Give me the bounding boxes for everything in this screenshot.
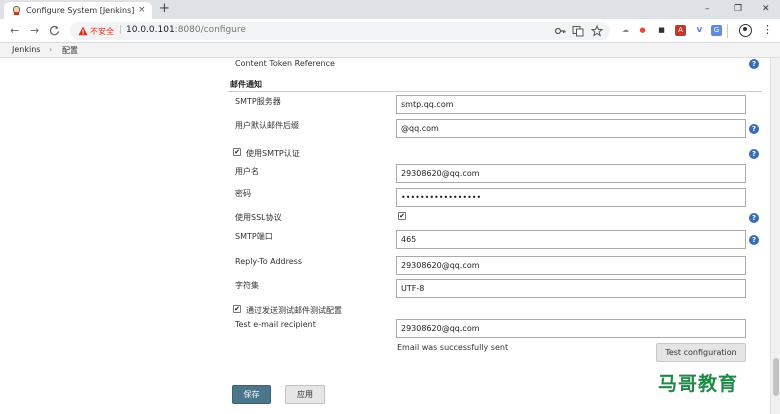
help-icon[interactable]: ?: [749, 235, 759, 245]
test-recipient-input[interactable]: [396, 319, 746, 338]
use-smtp-auth-checkbox[interactable]: ✔: [233, 148, 241, 156]
security-label[interactable]: 不安全: [90, 26, 114, 37]
tab-title: Configure System [Jenkins]: [26, 6, 135, 15]
section-divider: [228, 91, 762, 92]
browser-toolbar: ← → 不安全 | 10.0.0.101:8080/configure ☁ ● …: [0, 19, 780, 43]
url-host: 10.0.0.101: [126, 25, 175, 35]
reply-to-label: Reply-To Address: [235, 257, 302, 266]
smtp-server-input[interactable]: [396, 95, 746, 114]
breadcrumb-configure[interactable]: 配置: [62, 45, 78, 56]
test-by-sending-label: 通过发送测试邮件测试配置: [246, 306, 342, 315]
breadcrumb-separator: ›: [49, 45, 53, 54]
smtp-port-label: SMTP端口: [235, 232, 273, 241]
help-icon[interactable]: ?: [749, 213, 759, 223]
translate-extension-icon[interactable]: G: [711, 25, 722, 36]
scrollbar-thumb[interactable]: [773, 358, 779, 396]
charset-label: 字符集: [235, 281, 259, 290]
test-configuration-button[interactable]: Test configuration: [656, 343, 746, 362]
tab-strip: Configure System [Jenkins] × + – ❐ ✕: [0, 0, 780, 19]
content-token-reference-label: Content Token Reference: [235, 59, 335, 68]
test-recipient-label: Test e-mail recipient: [235, 320, 316, 329]
username-label: 用户名: [235, 167, 259, 176]
smtp-port-input[interactable]: [396, 230, 746, 249]
dark-square-extension-icon[interactable]: ■: [656, 25, 667, 36]
reload-icon[interactable]: [49, 25, 60, 36]
browser-menu-icon[interactable]: ⋮: [762, 23, 773, 37]
use-smtp-auth-label: 使用SMTP认证: [246, 149, 300, 158]
profile-avatar-icon[interactable]: [739, 24, 752, 37]
bookmark-star-icon[interactable]: [591, 25, 603, 37]
url-divider: |: [119, 25, 123, 35]
close-window-icon[interactable]: ✕: [762, 3, 770, 15]
default-suffix-input[interactable]: [396, 119, 746, 138]
back-icon[interactable]: ←: [10, 24, 19, 37]
forward-icon[interactable]: →: [30, 24, 39, 37]
tab-configure-system[interactable]: Configure System [Jenkins] ×: [4, 2, 152, 19]
url-text[interactable]: 10.0.0.101:8080/configure: [126, 25, 246, 35]
test-status-message: Email was successfully sent: [397, 343, 509, 352]
magedu-watermark: 马哥教育: [658, 373, 739, 395]
cloud-extension-icon[interactable]: ☁: [620, 25, 631, 36]
help-icon[interactable]: ?: [749, 149, 759, 159]
red-pdf-extension-icon[interactable]: A: [675, 25, 686, 36]
help-icon[interactable]: ?: [749, 124, 759, 134]
username-input[interactable]: [396, 164, 746, 183]
save-button[interactable]: 保存: [232, 385, 271, 404]
new-tab-button[interactable]: +: [159, 1, 170, 17]
red-circle-extension-icon[interactable]: ●: [637, 25, 648, 36]
charset-input[interactable]: [396, 279, 746, 298]
key-icon[interactable]: [554, 25, 566, 37]
breadcrumb-jenkins[interactable]: Jenkins: [12, 45, 40, 54]
test-by-sending-checkbox[interactable]: ✔: [233, 305, 241, 313]
smtp-server-label: SMTP服务器: [235, 97, 281, 106]
translate-icon[interactable]: [572, 25, 584, 37]
help-icon[interactable]: ?: [749, 59, 759, 69]
blue-v-extension-icon[interactable]: V: [694, 25, 705, 36]
default-suffix-label: 用户默认邮件后缀: [235, 121, 299, 130]
password-input[interactable]: [396, 188, 746, 207]
url-path: :8080/configure: [174, 25, 246, 35]
not-secure-warning-icon: [78, 26, 88, 36]
email-notification-section-title: 邮件通知: [230, 80, 262, 89]
maximize-icon[interactable]: ❐: [734, 3, 742, 15]
breadcrumb: Jenkins › 配置: [0, 43, 780, 58]
use-ssl-label: 使用SSL协议: [235, 213, 282, 222]
apply-button[interactable]: 应用: [285, 385, 325, 404]
password-label: 密码: [235, 189, 251, 198]
page-scrollbar[interactable]: [770, 58, 780, 414]
toolbar-divider: [727, 24, 728, 38]
minimize-icon[interactable]: –: [705, 3, 710, 15]
tab-close-icon[interactable]: ×: [138, 4, 146, 16]
reply-to-input[interactable]: [396, 256, 746, 275]
use-ssl-checkbox[interactable]: ✔: [398, 212, 406, 220]
address-bar[interactable]: 不安全 | 10.0.0.101:8080/configure: [70, 22, 610, 40]
jenkins-favicon-icon: [12, 6, 21, 15]
